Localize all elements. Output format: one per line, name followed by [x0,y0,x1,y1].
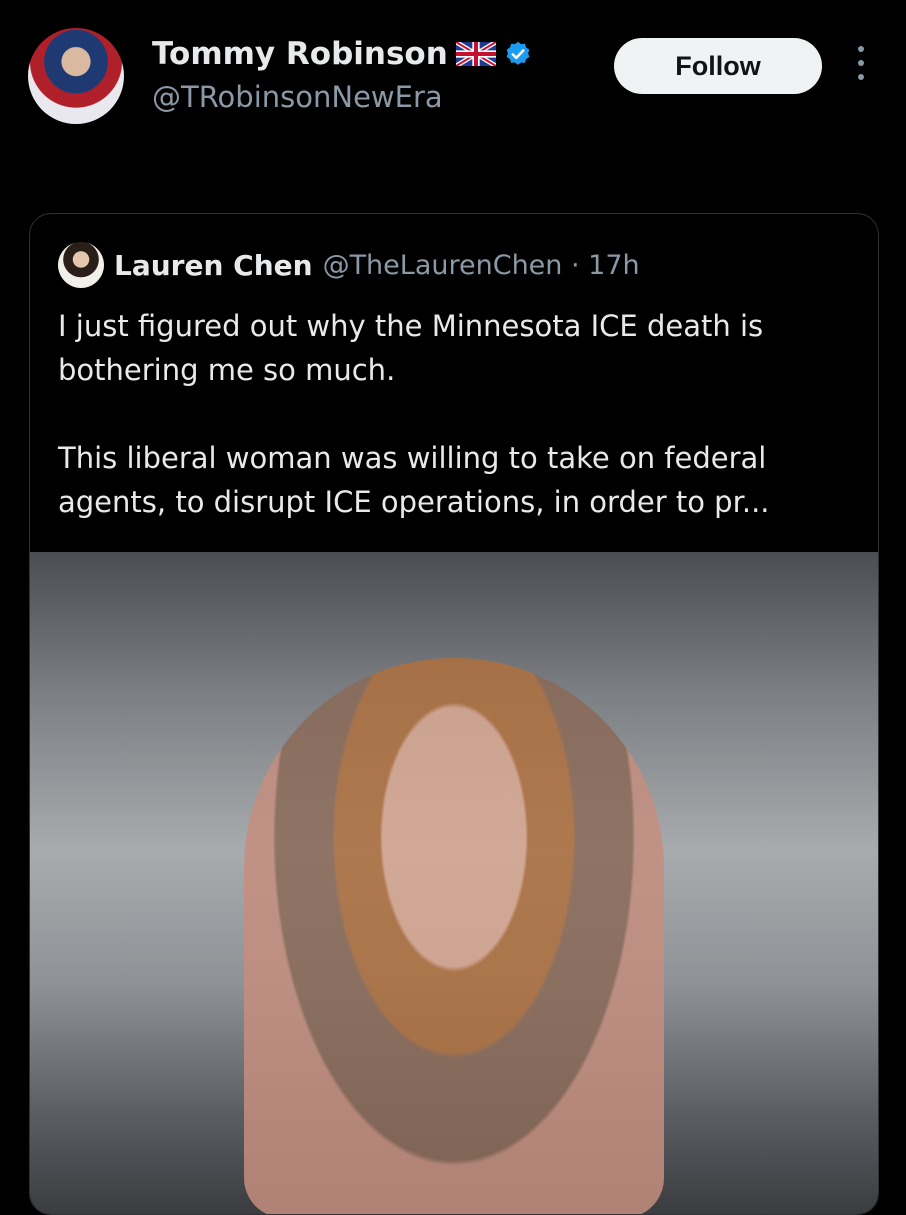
verified-badge-icon [506,41,530,65]
follow-button[interactable]: Follow [614,38,822,94]
author-display-name[interactable]: Tommy Robinson [152,36,448,72]
quoted-tweet-image[interactable] [30,552,878,1214]
author-name-row: Tommy Robinson [152,36,532,72]
quoted-tweet[interactable]: Lauren Chen @TheLaurenChen · 17h I just … [29,213,879,1215]
quoted-tweet-header: Lauren Chen @TheLaurenChen · 17h [58,242,640,288]
quoted-author-avatar [58,242,104,288]
quoted-author-handle-time: @TheLaurenChen · 17h [322,249,640,281]
more-options-icon[interactable] [854,46,868,86]
author-handle[interactable]: @TRobinsonNewEra [152,80,443,114]
author-avatar[interactable] [28,28,124,124]
uk-flag-icon [455,42,496,66]
quoted-tweet-text: I just figured out why the Minnesota ICE… [58,304,858,568]
tweet-header: Tommy Robinson @TRobinsonNewEra Follow [28,28,878,128]
photo-subject-placeholder [244,658,664,1214]
quoted-author-name: Lauren Chen [114,248,313,282]
quoted-text-paragraph-1: I just figured out why the Minnesota ICE… [58,309,764,387]
quoted-text-paragraph-2: This liberal woman was willing to take o… [58,441,770,519]
